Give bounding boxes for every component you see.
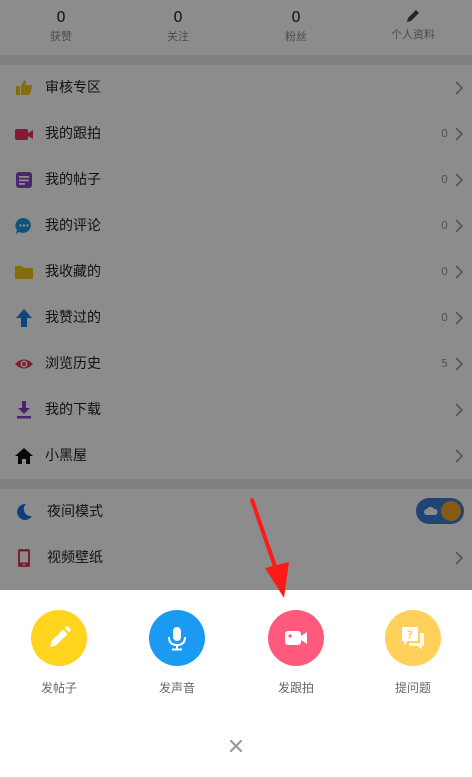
close-icon[interactable] — [226, 736, 246, 756]
action-follow-shoot-label: 发跟拍 — [277, 681, 314, 695]
question-icon: ? — [402, 627, 424, 650]
action-ask[interactable]: ? 提问题 — [354, 610, 472, 696]
action-voice-circle[interactable] — [149, 610, 205, 666]
svg-text:?: ? — [407, 629, 413, 642]
action-voice[interactable]: 发声音 — [118, 610, 236, 696]
action-post[interactable]: 发帖子 — [0, 610, 118, 696]
post-action-sheet: 发帖子 发声音 发跟拍 ? 提问题 — [0, 590, 472, 777]
profile-page: 0 获赞 0 关注 0 粉丝 个人资料 审核专区 我的跟拍 0 我的帖子 0 我… — [0, 0, 472, 777]
dim-overlay[interactable] — [0, 0, 472, 590]
action-voice-label: 发声音 — [158, 681, 195, 695]
action-follow-shoot[interactable]: 发跟拍 — [237, 610, 355, 696]
action-post-circle[interactable] — [31, 610, 87, 666]
action-ask-label: 提问题 — [394, 681, 431, 695]
video-camera-icon — [285, 631, 307, 645]
microphone-icon — [168, 627, 186, 651]
pencil-icon — [50, 626, 71, 647]
action-post-label: 发帖子 — [40, 681, 77, 695]
action-ask-circle[interactable]: ? — [385, 610, 441, 666]
action-follow-shoot-circle[interactable] — [268, 610, 324, 666]
